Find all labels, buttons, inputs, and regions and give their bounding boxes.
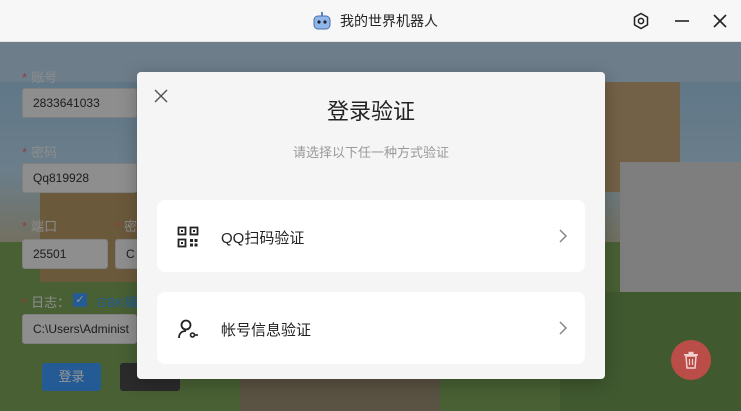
close-window-button[interactable] (708, 9, 732, 33)
chevron-right-icon (557, 228, 569, 244)
account-verify-label: 帐号信息验证 (221, 322, 312, 339)
chevron-right-icon (557, 320, 569, 336)
robot-icon (312, 12, 332, 30)
account-verify-option[interactable]: 帐号信息验证 (157, 292, 585, 364)
qr-verify-label: QQ扫码验证 (221, 230, 305, 247)
login-verification-dialog: 登录验证 请选择以下任一种方式验证 QQ扫码验证 帐号信息验证 (137, 72, 605, 379)
minimize-button[interactable] (670, 9, 694, 33)
dialog-title: 登录验证 (326, 99, 415, 124)
trash-icon (671, 340, 711, 380)
window-title-group: 我的世界机器人 (312, 10, 438, 32)
qr-code-icon (177, 226, 199, 248)
title-bar: 我的世界机器人 (0, 0, 741, 42)
settings-icon[interactable] (629, 9, 653, 33)
user-key-icon (177, 318, 199, 340)
window-title: 我的世界机器人 (340, 13, 438, 29)
dialog-subtitle: 请选择以下任一种方式验证 (292, 145, 449, 160)
qr-verify-option[interactable]: QQ扫码验证 (157, 200, 585, 272)
